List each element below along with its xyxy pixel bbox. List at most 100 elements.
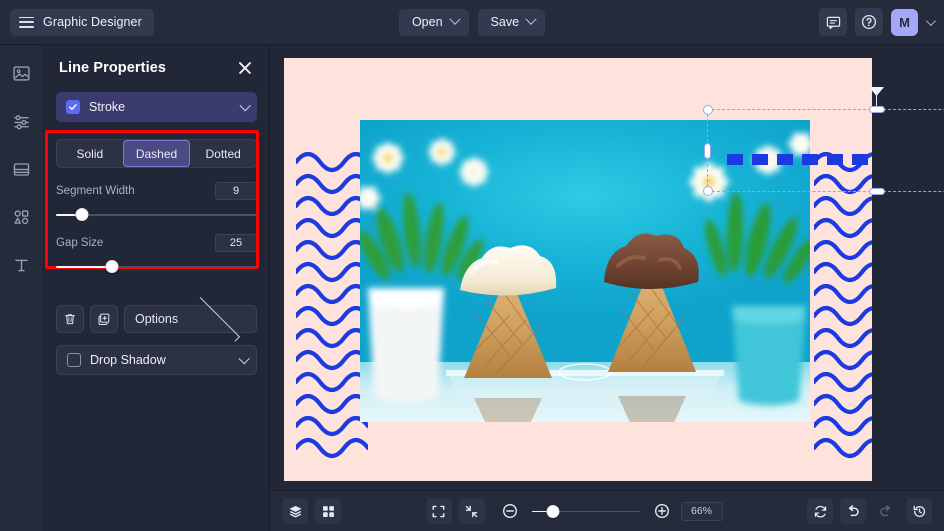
selection-box[interactable] [703,105,944,196]
options-label: Options [135,312,179,326]
brand-button[interactable]: Graphic Designer [10,8,154,36]
open-menu-label: Open [411,15,443,29]
help-circle-icon [861,14,877,30]
segment-width-value[interactable]: 9 [215,182,257,200]
delete-button[interactable] [56,305,84,333]
sliders-icon [14,114,29,129]
chevron-down-icon[interactable] [239,100,250,111]
app-window: Graphic Designer Open Save M Line Proper… [0,0,944,531]
history-icon [913,505,925,517]
drop-shadow-label: Drop Shadow [90,353,166,367]
zoom-in-icon [654,503,669,519]
top-bar: Graphic Designer Open Save M [0,0,944,45]
duplicate-button[interactable] [90,305,118,333]
layers-icon [289,505,301,517]
open-menu-button[interactable]: Open [398,8,469,36]
zoom-out-icon [502,503,517,519]
stroke-checkbox[interactable] [66,100,80,114]
slider-thumb[interactable] [75,208,89,221]
segment-width-label: Segment Width [56,185,135,197]
zoom-in-button[interactable] [649,498,675,524]
drop-shadow-toggle[interactable]: Drop Shadow [56,345,257,375]
app-title: Graphic Designer [43,15,142,29]
undo-button[interactable] [840,498,866,524]
gap-size-field: Gap Size 25 [56,234,257,273]
comment-button[interactable] [819,8,847,36]
handle-middle-left[interactable] [704,142,711,159]
comment-icon [826,16,840,29]
chevron-right-icon [195,296,241,342]
zoom-out-button[interactable] [497,498,523,524]
left-toolbar [0,45,44,531]
text-icon [15,259,28,271]
undo-icon [848,505,859,517]
shrink-button[interactable] [458,498,485,524]
fit-screen-icon [432,505,445,517]
rail-item-layout[interactable] [8,155,36,183]
help-button[interactable] [855,8,883,36]
shapes-icon [14,209,29,224]
tab-dashed[interactable]: Dashed [122,140,191,167]
gap-size-label: Gap Size [56,237,104,249]
zoom-level[interactable]: 66% [680,501,723,521]
segment-width-row: Segment Width 9 [56,182,257,200]
image-icon [13,65,30,81]
handle-bottom-left[interactable] [703,186,713,196]
save-menu-label: Save [490,15,520,29]
grid-button[interactable] [315,498,341,524]
bottom-bar: 66% [270,490,944,531]
tab-solid[interactable]: Solid [57,140,123,167]
handle-bottom-center[interactable] [869,188,885,195]
drop-shadow-checkbox[interactable] [67,353,81,367]
tab-dotted[interactable]: Dotted [190,140,256,167]
stroke-label: Stroke [89,100,126,114]
stroke-section-toggle[interactable]: Stroke [56,92,257,122]
fit-screen-button[interactable] [425,498,452,524]
chevron-down-icon[interactable] [238,353,249,364]
wave-decoration-left [296,151,368,459]
redo-icon [880,505,891,517]
slider-fill [56,266,113,268]
hamburger-icon[interactable] [19,16,34,28]
trash-icon [65,314,75,325]
shrink-icon [465,505,478,517]
gap-size-slider[interactable] [56,260,257,273]
handle-top-left[interactable] [703,105,713,115]
rail-item-text[interactable] [8,251,36,279]
history-button[interactable] [906,498,932,524]
rail-item-adjust[interactable] [8,107,36,135]
grid-icon [322,505,334,517]
layers-button[interactable] [282,498,308,524]
redo-button[interactable] [873,498,899,524]
layout-icon [13,162,30,176]
chevron-down-icon [448,13,461,25]
segment-width-field: Segment Width 9 [56,182,257,221]
zoom-slider[interactable] [531,504,640,518]
panel-actions: Options [56,296,257,342]
check-icon [69,104,77,110]
options-button[interactable]: Options [124,296,257,342]
segment-width-slider[interactable] [56,208,257,221]
panel-title: Line Properties [59,60,167,76]
canvas-area[interactable] [270,45,944,490]
refresh-button[interactable] [807,498,833,524]
avatar[interactable]: M [891,8,918,36]
line-properties-panel: Line Properties Stroke Solid Dashed Dott… [44,45,270,531]
top-right-actions: M [819,8,936,36]
line-style-tabs: Solid Dashed Dotted [56,139,257,168]
gap-size-value[interactable]: 25 [215,234,257,252]
handle-top-center[interactable] [869,106,885,113]
duplicate-icon [98,313,110,326]
rail-item-image[interactable] [8,59,36,87]
chevron-down-icon [525,13,537,25]
gap-size-row: Gap Size 25 [56,234,257,252]
save-menu-button[interactable]: Save [477,8,546,36]
rail-item-shapes[interactable] [8,203,36,231]
stroke-style-group: Solid Dashed Dotted Segment Width 9 Gap … [45,130,259,292]
slider-thumb[interactable] [105,260,119,273]
chevron-down-icon[interactable] [925,15,936,26]
refresh-icon [814,505,826,518]
panel-header: Line Properties [56,59,257,77]
close-icon[interactable] [236,59,254,77]
zoom-slider-thumb[interactable] [546,504,560,518]
